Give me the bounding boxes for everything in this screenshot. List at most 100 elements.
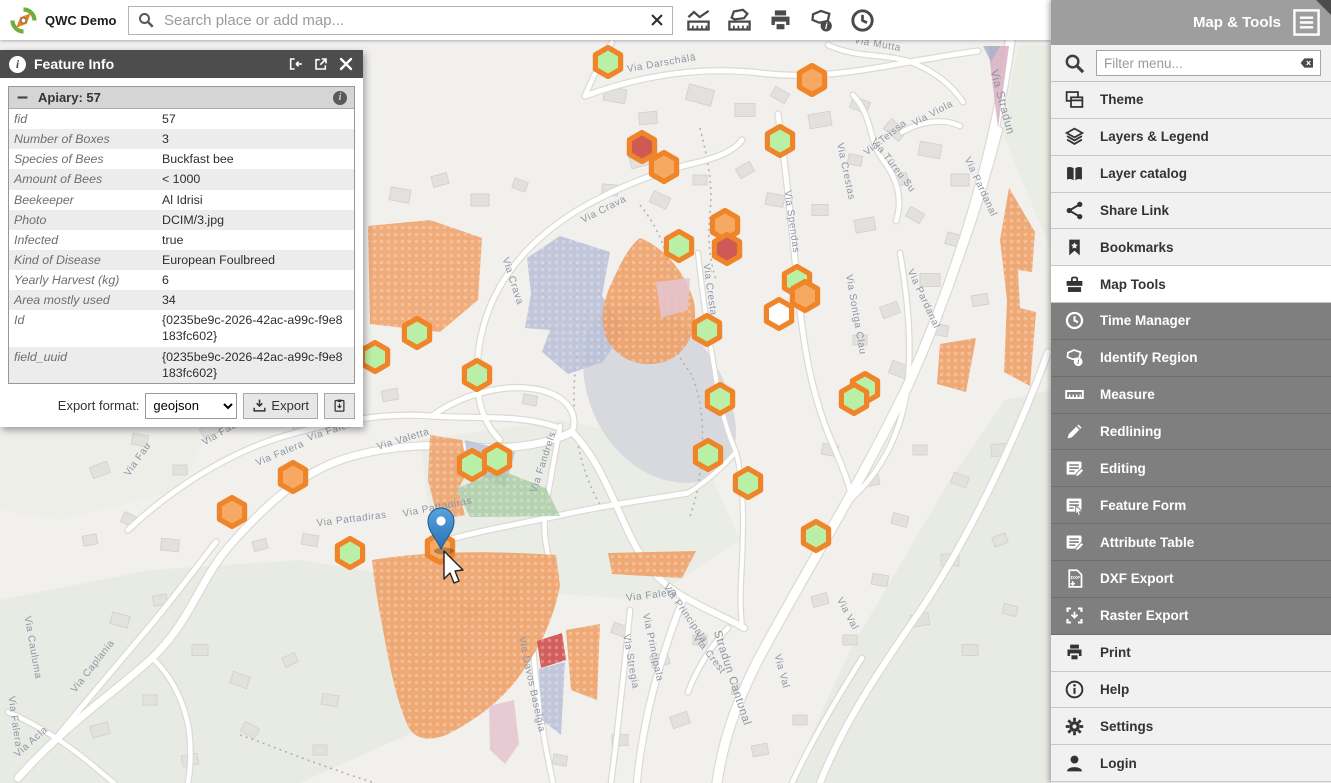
apiary-marker-green[interactable] — [666, 232, 691, 261]
attribute-value: Buckfast bee — [157, 149, 354, 169]
dock-panel-icon[interactable] — [288, 56, 304, 72]
qwc-logo-icon — [10, 7, 37, 34]
sidebar-item-attribute-table[interactable]: Attribute Table — [1051, 524, 1331, 561]
sidebar-title: Map & Tools — [1193, 14, 1281, 31]
sidebar-item-measure[interactable]: Measure — [1051, 377, 1331, 414]
search-input[interactable] — [162, 11, 643, 30]
detach-window-icon[interactable] — [313, 56, 329, 72]
apiary-marker-green[interactable] — [694, 316, 719, 345]
sidebar-item-editing[interactable]: Editing — [1051, 450, 1331, 487]
sidebar-item-label: Print — [1100, 645, 1131, 660]
apiary-marker-green[interactable] — [337, 539, 362, 568]
apiary-marker-orange[interactable] — [799, 66, 824, 95]
attribute-row: PhotoDCIM/3.jpg — [9, 210, 354, 230]
dxf-icon: DXF — [1064, 568, 1085, 589]
ruler-icon — [1064, 384, 1085, 405]
apiary-marker-green[interactable] — [841, 385, 866, 414]
apiary-marker-green[interactable] — [767, 127, 792, 156]
attribute-value: true — [157, 230, 354, 250]
apiary-marker-green[interactable] — [695, 441, 720, 470]
feature-info-header: i Feature Info — [0, 50, 363, 78]
apiary-marker-orange[interactable] — [280, 463, 305, 492]
sidebar-item-redlining[interactable]: Redlining — [1051, 414, 1331, 451]
sidebar-item-feature-form[interactable]: Feature Form — [1051, 487, 1331, 524]
search-clear-icon[interactable] — [650, 13, 664, 27]
clipboard-icon — [332, 398, 347, 413]
apiary-marker-green[interactable] — [595, 48, 620, 77]
layers-icon — [1064, 126, 1085, 147]
attr-table-icon — [1064, 532, 1085, 553]
sidebar-item-time-manager[interactable]: Time Manager — [1051, 303, 1331, 340]
sidebar-item-map-tools[interactable]: Map Tools — [1051, 266, 1331, 303]
apiary-marker-green[interactable] — [735, 469, 760, 498]
sidebar-item-label: Bookmarks — [1100, 240, 1174, 255]
identify-region-icon[interactable]: i — [808, 7, 835, 34]
feature-section-header[interactable]: Apiary: 57 i — [9, 87, 354, 109]
copy-to-clipboard-button[interactable] — [324, 393, 355, 419]
attribute-label: Yearly Harvest (kg) — [9, 270, 157, 290]
attribute-label: field_uuid — [9, 347, 157, 383]
sidebar-item-theme[interactable]: Theme — [1051, 82, 1331, 119]
attribute-row: Yearly Harvest (kg)6 — [9, 270, 354, 290]
sidebar-item-raster-export[interactable]: Raster Export — [1051, 598, 1331, 635]
sidebar-item-layers-legend[interactable]: Layers & Legend — [1051, 119, 1331, 156]
edit-list-icon — [1064, 458, 1085, 479]
print-icon[interactable] — [767, 7, 794, 34]
apiary-marker-green[interactable] — [484, 445, 509, 474]
search-box[interactable] — [128, 6, 673, 35]
apiary-marker-green[interactable] — [459, 451, 484, 480]
sidebar-item-help[interactable]: Help — [1051, 672, 1331, 709]
measure-area-icon[interactable] — [726, 7, 753, 34]
sidebar-item-label: Layers & Legend — [1100, 129, 1209, 144]
attribute-row: Species of BeesBuckfast bee — [9, 149, 354, 169]
share-icon — [1064, 200, 1085, 221]
filter-menu-input[interactable] — [1102, 55, 1295, 72]
top-bar: QWC Demo i — [0, 0, 1051, 40]
apiary-marker-green[interactable] — [707, 385, 732, 414]
apiary-marker-green[interactable] — [362, 343, 387, 372]
time-manager-icon[interactable] — [849, 7, 876, 34]
sidebar-item-layer-catalog[interactable]: Layer catalog — [1051, 156, 1331, 193]
sidebar-item-share-link[interactable]: Share Link — [1051, 193, 1331, 230]
attribute-row: Kind of DiseaseEuropean Foulbreed — [9, 250, 354, 270]
sidebar-item-print[interactable]: Print — [1051, 635, 1331, 672]
sidebar-item-label: Time Manager — [1100, 313, 1191, 328]
attribute-value: 57 — [157, 109, 354, 129]
sidebar-item-bookmarks[interactable]: Bookmarks — [1051, 229, 1331, 266]
download-icon — [252, 398, 267, 413]
sidebar-item-label: Editing — [1100, 461, 1146, 476]
close-icon[interactable] — [338, 56, 354, 72]
apiary-marker-red[interactable] — [714, 235, 739, 264]
attribute-row: BeekeeperAl Idrisi — [9, 190, 354, 210]
sidebar-item-dxf-export[interactable]: DXFDXF Export — [1051, 561, 1331, 598]
sidebar-item-settings[interactable]: Settings — [1051, 708, 1331, 745]
export-format-select[interactable]: geojson — [145, 393, 237, 419]
search-icon — [137, 11, 155, 29]
bookmark-icon — [1064, 237, 1085, 258]
apiary-marker-green[interactable] — [464, 361, 489, 390]
sidebar-item-login[interactable]: Login — [1051, 745, 1331, 782]
apiary-marker-green[interactable] — [803, 522, 828, 551]
sidebar-item-label: Feature Form — [1100, 498, 1186, 513]
gear-icon — [1064, 716, 1085, 737]
clock-icon — [1064, 310, 1085, 331]
info-icon — [1064, 679, 1085, 700]
attribute-row: Number of Boxes3 — [9, 129, 354, 149]
clear-filter-icon[interactable] — [1299, 55, 1315, 71]
sidebar-item-label: Map Tools — [1100, 277, 1166, 292]
apiary-marker-orange[interactable] — [219, 498, 244, 527]
attribute-label: Beekeeper — [9, 190, 157, 210]
sidebar-item-identify-region[interactable]: iIdentify Region — [1051, 340, 1331, 377]
measure-line-icon[interactable] — [685, 7, 712, 34]
apiary-marker-orange[interactable] — [651, 153, 676, 182]
export-format-label: Export format: — [58, 398, 140, 413]
attribute-label: Infected — [9, 230, 157, 250]
apiary-marker-green[interactable] — [404, 319, 429, 348]
export-button[interactable]: Export — [243, 393, 318, 419]
apiary-marker-white[interactable] — [766, 300, 791, 329]
sidebar-menu: Theme Layers & Legend Layer catalogShare L… — [1051, 82, 1331, 783]
apiary-marker-orange[interactable] — [792, 282, 817, 311]
collapse-icon[interactable] — [16, 91, 29, 104]
feature-info-badge-icon[interactable]: i — [333, 91, 347, 105]
export-row: Export format: geojson Export — [8, 393, 355, 419]
